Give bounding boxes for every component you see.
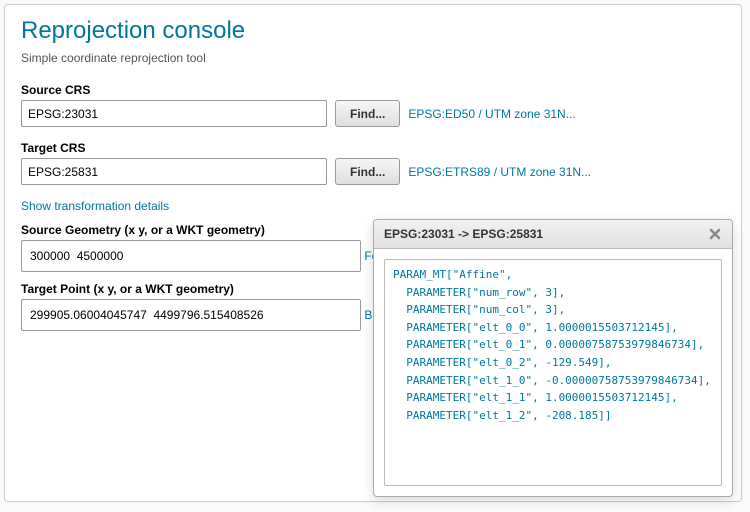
reprojection-console-panel: Reprojection console Simple coordinate r… [4,4,742,502]
page-subtitle: Simple coordinate reprojection tool [21,51,725,65]
source-crs-row: Find... EPSG:ED50 / UTM zone 31N... [21,100,725,127]
page-title: Reprojection console [21,17,725,45]
target-crs-find-button[interactable]: Find... [335,158,400,185]
transformation-details-dialog: EPSG:23031 -> EPSG:25831 [373,219,733,497]
close-icon[interactable] [706,225,724,243]
dialog-title: EPSG:23031 -> EPSG:25831 [384,227,543,241]
dialog-body [374,249,732,496]
show-transformation-details-link[interactable]: Show transformation details [21,199,169,213]
target-crs-input[interactable] [21,158,327,185]
dialog-header[interactable]: EPSG:23031 -> EPSG:25831 [374,220,732,249]
source-crs-label: Source CRS [21,83,725,97]
target-crs-label: Target CRS [21,141,725,155]
source-geometry-input[interactable] [21,240,361,272]
target-point-input[interactable] [21,299,361,331]
source-crs-find-button[interactable]: Find... [335,100,400,127]
source-crs-description-link[interactable]: EPSG:ED50 / UTM zone 31N... [408,107,575,121]
target-crs-description-link[interactable]: EPSG:ETRS89 / UTM zone 31N... [408,165,591,179]
transformation-wkt-textarea[interactable] [384,259,722,486]
source-crs-input[interactable] [21,100,327,127]
target-crs-row: Find... EPSG:ETRS89 / UTM zone 31N... [21,158,725,185]
